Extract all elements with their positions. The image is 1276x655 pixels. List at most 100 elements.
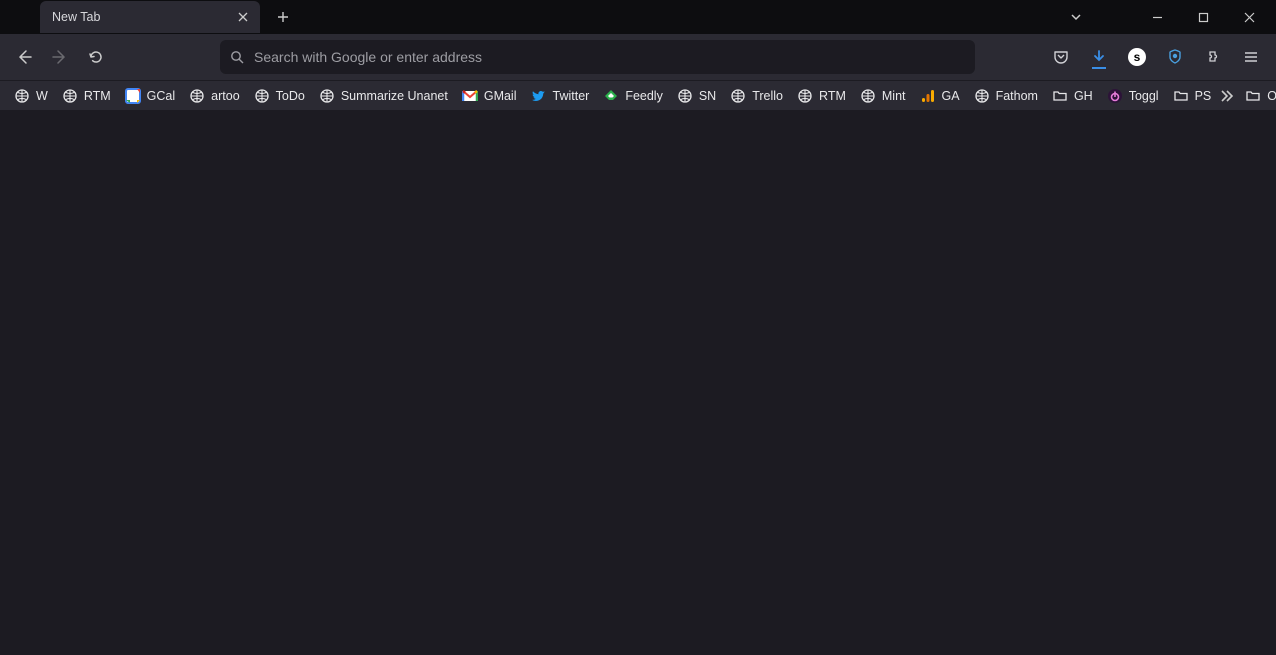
titlebar: New Tab xyxy=(0,0,1276,34)
tab-close-button[interactable] xyxy=(234,8,252,26)
globe-icon xyxy=(14,88,30,104)
bookmark-item[interactable]: Trello xyxy=(724,84,789,108)
close-icon xyxy=(238,12,248,22)
chevron-double-right-icon xyxy=(1219,88,1235,104)
bookmark-label: W xyxy=(36,89,48,103)
puzzle-icon xyxy=(1205,49,1221,65)
bookmark-item[interactable]: ToDo xyxy=(248,84,311,108)
globe-icon xyxy=(254,88,270,104)
minimize-icon xyxy=(1152,12,1163,23)
bookmark-label: Mint xyxy=(882,89,906,103)
bookmark-label: GA xyxy=(942,89,960,103)
downloads-button[interactable] xyxy=(1082,40,1116,74)
bookmark-item[interactable]: GMail xyxy=(456,84,523,108)
list-all-tabs-button[interactable] xyxy=(1058,2,1094,32)
bookmark-label: PS xyxy=(1195,89,1212,103)
bookmark-item[interactable]: artoo xyxy=(183,84,246,108)
bookmark-item[interactable]: SN xyxy=(671,84,722,108)
pocket-button[interactable] xyxy=(1044,40,1078,74)
bookmark-label: Feedly xyxy=(625,89,663,103)
bookmark-label: GH xyxy=(1074,89,1093,103)
new-tab-button[interactable] xyxy=(268,2,298,32)
bookmark-label: GMail xyxy=(484,89,517,103)
feedly-icon xyxy=(603,88,619,104)
url-bar[interactable] xyxy=(220,40,975,74)
bookmark-item[interactable]: GH xyxy=(1046,84,1099,108)
bookmark-item[interactable]: RTM xyxy=(791,84,852,108)
bookmarks-overflow-button[interactable] xyxy=(1219,84,1235,108)
bookmark-item[interactable]: Feedly xyxy=(597,84,669,108)
other-bookmarks-button[interactable]: Other Bookmarks xyxy=(1239,84,1276,108)
tab-title: New Tab xyxy=(52,10,234,24)
bookmark-item[interactable]: W xyxy=(8,84,54,108)
folder-icon xyxy=(1245,88,1261,104)
download-icon xyxy=(1091,49,1107,65)
arrow-right-icon xyxy=(52,49,68,65)
bookmark-item[interactable]: GA xyxy=(914,84,966,108)
reload-button[interactable] xyxy=(80,41,112,73)
reload-icon xyxy=(88,49,104,65)
bookmark-label: Toggl xyxy=(1129,89,1159,103)
bookmarks-bar: W RTM GCal artoo ToDo Summarize Unanet GMail Tw… xyxy=(0,80,1276,110)
bookmark-label: artoo xyxy=(211,89,240,103)
bookmark-item[interactable]: Twitter xyxy=(525,84,596,108)
back-button[interactable] xyxy=(8,41,40,73)
bookmark-item[interactable]: Fathom xyxy=(968,84,1044,108)
search-icon xyxy=(230,50,244,64)
app-menu-button[interactable] xyxy=(1234,40,1268,74)
globe-icon xyxy=(189,88,205,104)
download-progress-indicator xyxy=(1092,67,1106,69)
s-badge-icon: s xyxy=(1128,48,1146,66)
chevron-down-icon xyxy=(1070,11,1082,23)
bookmark-item[interactable]: RTM xyxy=(56,84,117,108)
toggl-icon xyxy=(1107,88,1123,104)
plus-icon xyxy=(277,11,289,23)
twitter-icon xyxy=(531,88,547,104)
bookmark-label: Trello xyxy=(752,89,783,103)
globe-icon xyxy=(860,88,876,104)
close-icon xyxy=(1244,12,1255,23)
navigation-toolbar: s xyxy=(0,34,1276,80)
bookmark-label: RTM xyxy=(84,89,111,103)
window-maximize-button[interactable] xyxy=(1180,0,1226,34)
bookmark-label: Summarize Unanet xyxy=(341,89,448,103)
extension-shield-button[interactable] xyxy=(1158,40,1192,74)
bookmark-item[interactable]: Toggl xyxy=(1101,84,1165,108)
extension-s-button[interactable]: s xyxy=(1120,40,1154,74)
folder-icon xyxy=(1052,88,1068,104)
globe-icon xyxy=(677,88,693,104)
bookmark-label: GCal xyxy=(147,89,175,103)
bookmark-item[interactable]: Mint xyxy=(854,84,912,108)
window-close-button[interactable] xyxy=(1226,0,1272,34)
globe-icon xyxy=(974,88,990,104)
pocket-icon xyxy=(1053,49,1069,65)
toolbar-right: s xyxy=(1044,40,1268,74)
window-controls xyxy=(1058,0,1272,34)
shield-icon xyxy=(1167,49,1183,65)
url-input[interactable] xyxy=(252,48,965,66)
other-bookmarks-label: Other Bookmarks xyxy=(1267,89,1276,103)
forward-button[interactable] xyxy=(44,41,76,73)
bookmark-label: RTM xyxy=(819,89,846,103)
hamburger-icon xyxy=(1243,49,1259,65)
globe-icon xyxy=(62,88,78,104)
bookmark-item[interactable]: PS xyxy=(1167,84,1218,108)
folder-icon xyxy=(1173,88,1189,104)
ga-icon xyxy=(920,88,936,104)
bookmark-item[interactable]: GCal xyxy=(119,84,181,108)
globe-icon xyxy=(319,88,335,104)
gcal-icon xyxy=(125,88,141,104)
extensions-button[interactable] xyxy=(1196,40,1230,74)
maximize-icon xyxy=(1198,12,1209,23)
window-minimize-button[interactable] xyxy=(1134,0,1180,34)
bookmark-label: Twitter xyxy=(553,89,590,103)
bookmark-label: ToDo xyxy=(276,89,305,103)
browser-tab[interactable]: New Tab xyxy=(40,1,260,33)
bookmark-item[interactable]: Summarize Unanet xyxy=(313,84,454,108)
page-content xyxy=(0,110,1276,655)
globe-icon xyxy=(730,88,746,104)
arrow-left-icon xyxy=(16,49,32,65)
bookmark-label: Fathom xyxy=(996,89,1038,103)
bookmark-label: SN xyxy=(699,89,716,103)
globe-icon xyxy=(797,88,813,104)
